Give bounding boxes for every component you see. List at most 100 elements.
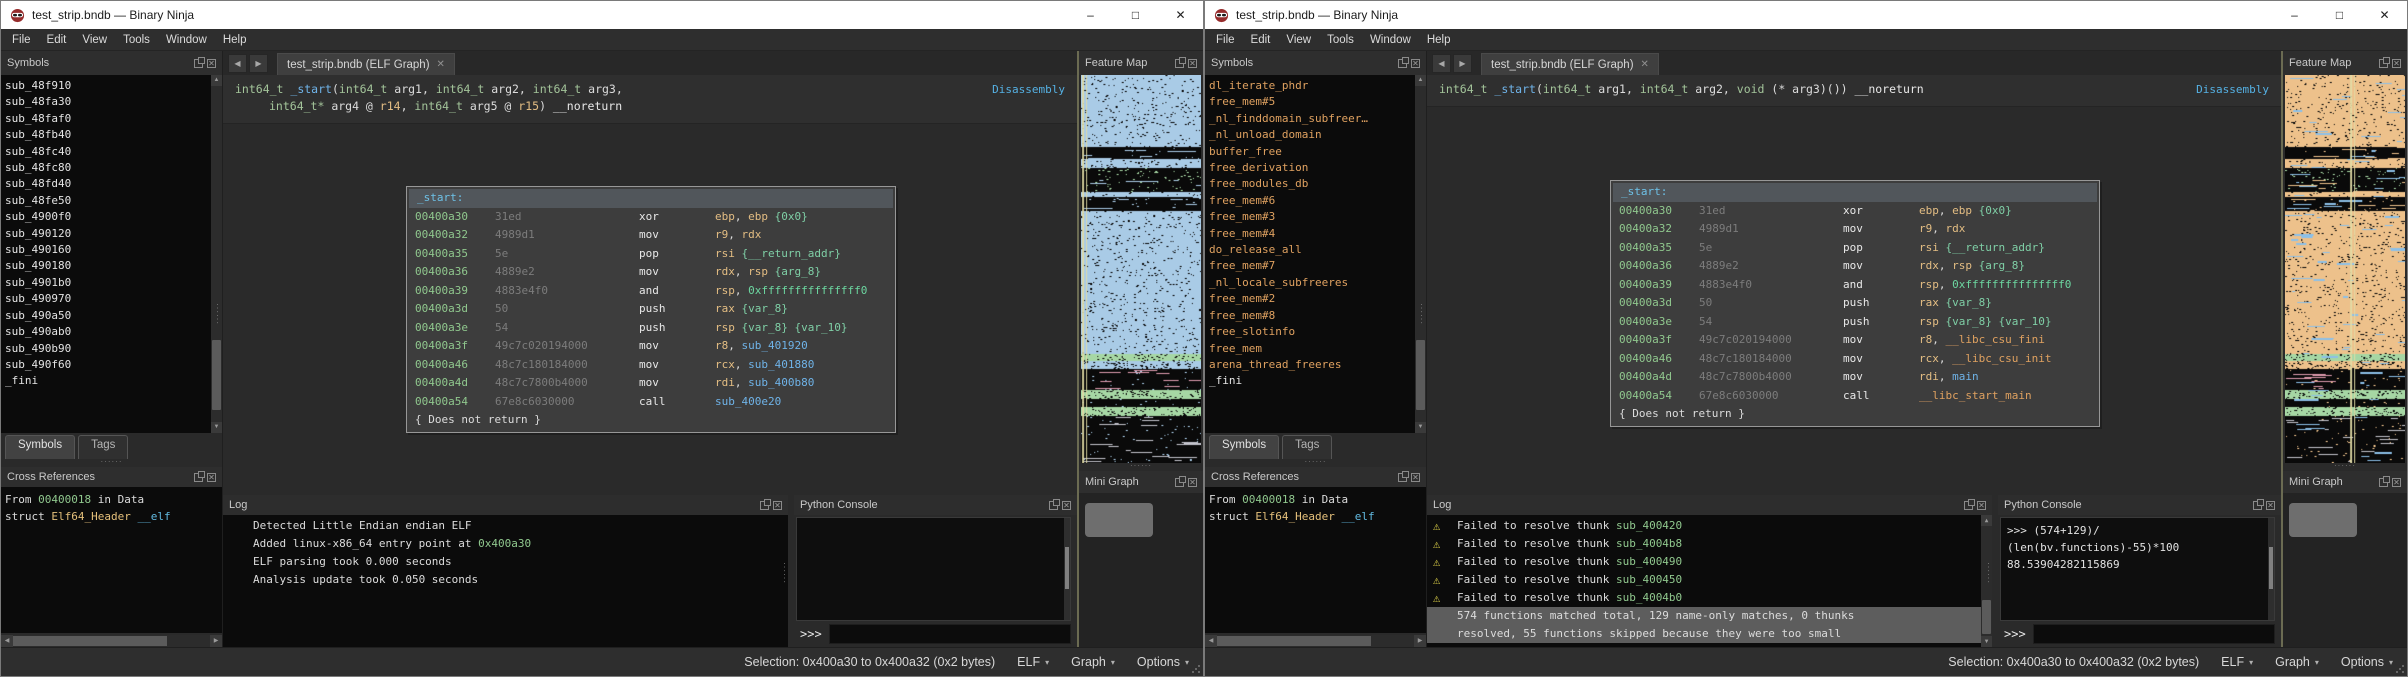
titlebar[interactable]: test_strip.bndb — Binary Ninja –□✕ bbox=[1, 1, 1203, 29]
symbol-list-item[interactable]: sub_490970 bbox=[5, 291, 211, 307]
scrollbar-thumb[interactable] bbox=[212, 340, 221, 410]
xref-line[interactable]: From 00400018 in Data bbox=[1209, 491, 1426, 508]
disasm-row[interactable]: 00400a3f49c7c020194000movr8, __libc_csu_… bbox=[1611, 331, 2099, 350]
titlebar[interactable]: test_strip.bndb — Binary Ninja –□✕ bbox=[1205, 1, 2407, 29]
close-panel-icon[interactable] bbox=[773, 501, 782, 510]
python-console-output[interactable] bbox=[796, 517, 1071, 621]
close-panel-icon[interactable] bbox=[1411, 59, 1420, 68]
disasm-row[interactable]: 00400a3d50pushrax {var_8} bbox=[407, 300, 895, 319]
scroll-down-icon[interactable]: ▼ bbox=[211, 422, 222, 433]
disasm-row[interactable]: 00400a5467e8c6030000call__libc_start_mai… bbox=[1611, 387, 2099, 406]
nav-back-button[interactable]: ◀ bbox=[1432, 54, 1451, 73]
symbol-list-item[interactable]: sub_48fe50 bbox=[5, 193, 211, 209]
symbols-scrollbar[interactable]: ▲ ▼ bbox=[211, 75, 222, 433]
document-tab[interactable]: test_strip.bndb (ELF Graph) ✕ bbox=[277, 53, 455, 75]
view-type-label[interactable]: Disassembly bbox=[992, 81, 1065, 98]
close-button[interactable]: ✕ bbox=[1158, 1, 1203, 29]
close-panel-icon[interactable] bbox=[207, 59, 216, 68]
popout-panel-icon[interactable] bbox=[2253, 501, 2262, 510]
close-panel-icon[interactable] bbox=[1188, 59, 1197, 68]
tab-symbols[interactable]: Symbols bbox=[1209, 435, 1279, 459]
symbol-list-item[interactable]: sub_490f60 bbox=[5, 357, 211, 373]
popout-panel-icon[interactable] bbox=[1175, 59, 1184, 68]
log-content[interactable]: Detected Little Endian endian ELFAdded l… bbox=[223, 515, 788, 647]
xref-list[interactable]: From 00400018 in Data struct Elf64_Heade… bbox=[1205, 487, 1426, 633]
scrollbar-thumb[interactable] bbox=[1217, 636, 1371, 646]
status-menu-elf[interactable]: ELF▾ bbox=[2221, 655, 2253, 669]
view-type-label[interactable]: Disassembly bbox=[2196, 81, 2269, 98]
symbol-list-item[interactable]: buffer_free bbox=[1209, 144, 1415, 160]
symbol-list-item[interactable]: free_modules_db bbox=[1209, 176, 1415, 192]
symbol-list-item[interactable]: sub_490120 bbox=[5, 226, 211, 242]
splitter-handle[interactable]: ······ bbox=[2283, 463, 2407, 471]
console-scrollbar[interactable] bbox=[2268, 518, 2274, 620]
disasm-row[interactable]: 00400a3d50pushrax {var_8} bbox=[1611, 294, 2099, 313]
symbol-list-item[interactable]: free_derivation bbox=[1209, 160, 1415, 176]
symbol-list-item[interactable]: _fini bbox=[1209, 373, 1415, 389]
node-label[interactable]: _start: bbox=[409, 189, 893, 208]
menu-file[interactable]: File bbox=[1208, 34, 1243, 46]
log-line[interactable]: ⚠Failed to resolve thunk sub_400450 bbox=[1427, 571, 1992, 589]
document-tab[interactable]: test_strip.bndb (ELF Graph) ✕ bbox=[1481, 53, 1659, 75]
sidebar-splitter[interactable]: ······ bbox=[1417, 303, 1426, 325]
close-panel-icon[interactable] bbox=[1411, 473, 1420, 482]
menu-edit[interactable]: Edit bbox=[1243, 34, 1279, 46]
symbol-list-item[interactable]: arena_thread_freeres bbox=[1209, 357, 1415, 373]
disasm-row[interactable]: 00400a4648c7c180184000movrcx, sub_401880 bbox=[407, 356, 895, 375]
feature-map[interactable] bbox=[2285, 75, 2405, 463]
popout-panel-icon[interactable] bbox=[2379, 478, 2388, 487]
minimize-button[interactable]: – bbox=[1068, 1, 1113, 29]
resize-grip[interactable] bbox=[1191, 664, 1201, 674]
close-panel-icon[interactable] bbox=[1977, 501, 1986, 510]
scroll-right-icon[interactable]: ▶ bbox=[210, 635, 222, 647]
popout-panel-icon[interactable] bbox=[1964, 501, 1973, 510]
scroll-up-icon[interactable]: ▲ bbox=[1415, 75, 1426, 86]
tab-tags[interactable]: Tags bbox=[78, 435, 128, 459]
symbol-list-item[interactable]: sub_48fc40 bbox=[5, 144, 211, 160]
feature-map[interactable] bbox=[1081, 75, 1201, 463]
disassembly-node[interactable]: _start: 00400a3031edxorebp, ebp {0x0}004… bbox=[406, 186, 896, 433]
menu-tools[interactable]: Tools bbox=[115, 34, 158, 46]
log-console-splitter[interactable]: ······ bbox=[1992, 495, 1998, 647]
symbol-list-item[interactable]: sub_48fd40 bbox=[5, 176, 211, 192]
disasm-row[interactable]: 00400a3e54pushrsp {var_8} {var_10} bbox=[407, 319, 895, 338]
symbol-list-item[interactable]: sub_48fc80 bbox=[5, 160, 211, 176]
symbol-list-item[interactable]: sub_490160 bbox=[5, 242, 211, 258]
close-panel-icon[interactable] bbox=[2392, 59, 2401, 68]
mini-graph[interactable] bbox=[1079, 493, 1203, 647]
menu-view[interactable]: View bbox=[1278, 34, 1319, 46]
xref-line[interactable]: struct Elf64_Header __elf bbox=[1209, 508, 1426, 525]
python-console-output[interactable]: >>> (574+129)/(len(bv.functions)-55)*100… bbox=[2000, 517, 2275, 621]
symbol-list-item[interactable]: _nl_locale_subfreeres bbox=[1209, 275, 1415, 291]
xref-line[interactable]: From 00400018 in Data bbox=[5, 491, 222, 508]
disasm-row[interactable]: 00400a3031edxorebp, ebp {0x0} bbox=[407, 208, 895, 227]
log-line[interactable]: ⚠Failed to resolve thunk sub_4004b0 bbox=[1427, 589, 1992, 607]
tab-close-icon[interactable]: ✕ bbox=[1641, 59, 1649, 70]
popout-panel-icon[interactable] bbox=[1175, 478, 1184, 487]
xref-hscrollbar[interactable]: ◀ ▶ bbox=[1205, 635, 1426, 647]
status-menu-options[interactable]: Options▾ bbox=[2341, 655, 2393, 669]
graph-view[interactable]: _start: 00400a3031edxorebp, ebp {0x0}004… bbox=[1427, 107, 2281, 495]
close-panel-icon[interactable] bbox=[1188, 478, 1197, 487]
python-input[interactable] bbox=[829, 624, 1071, 644]
minimize-button[interactable]: – bbox=[2272, 1, 2317, 29]
xref-list[interactable]: From 00400018 in Data struct Elf64_Heade… bbox=[1, 487, 222, 633]
graph-view[interactable]: _start: 00400a3031edxorebp, ebp {0x0}004… bbox=[223, 124, 1077, 495]
symbol-list-item[interactable]: free_slotinfo bbox=[1209, 324, 1415, 340]
symbol-list-item[interactable]: sub_490180 bbox=[5, 258, 211, 274]
popout-panel-icon[interactable] bbox=[760, 501, 769, 510]
splitter-handle[interactable]: ······ bbox=[1, 459, 222, 467]
symbol-list-item[interactable]: do_release_all bbox=[1209, 242, 1415, 258]
mini-graph[interactable] bbox=[2283, 493, 2407, 647]
menu-help[interactable]: Help bbox=[215, 34, 255, 46]
symbol-list-item[interactable]: _nl_unload_domain bbox=[1209, 127, 1415, 143]
log-line[interactable]: Detected Little Endian endian ELF bbox=[223, 517, 788, 535]
menu-view[interactable]: View bbox=[74, 34, 115, 46]
status-menu-elf[interactable]: ELF▾ bbox=[1017, 655, 1049, 669]
disasm-row[interactable]: 00400a4d48c7c7800b4000movrdi, main bbox=[1611, 368, 2099, 387]
disasm-row[interactable]: 00400a324989d1movr9, rdx bbox=[407, 226, 895, 245]
node-label[interactable]: _start: bbox=[1613, 183, 2097, 202]
symbol-list-item[interactable]: sub_490a50 bbox=[5, 308, 211, 324]
disasm-row[interactable]: 00400a364889e2movrdx, rsp {arg_8} bbox=[407, 263, 895, 282]
log-line[interactable]: 574 functions matched total, 129 name-on… bbox=[1427, 607, 1992, 625]
